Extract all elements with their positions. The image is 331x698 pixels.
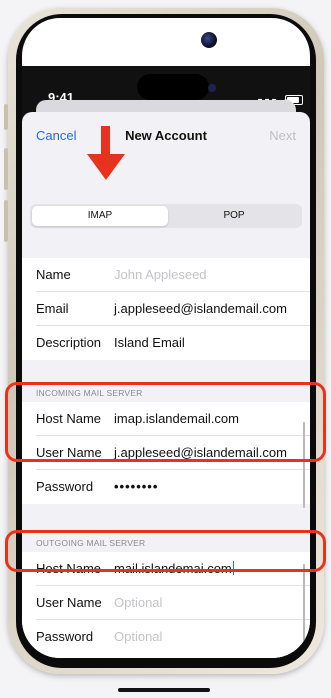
volume-down-button: [4, 200, 8, 242]
incoming-highlight-box: [5, 382, 326, 462]
outgoing-password-field[interactable]: Optional: [114, 629, 162, 644]
incoming-password-field[interactable]: ••••••••: [114, 479, 158, 494]
down-arrow-icon: [87, 126, 125, 180]
protocol-segmented-control: IMAP POP: [30, 204, 302, 228]
dynamic-island: [137, 74, 209, 100]
description-label: Description: [36, 335, 102, 350]
segment-pop[interactable]: POP: [168, 206, 300, 226]
account-info-group: Name John Appleseed Email j.appleseed@is…: [22, 258, 310, 360]
email-label: Email: [36, 301, 69, 316]
description-row[interactable]: Description Island Email: [22, 326, 310, 360]
segment-imap[interactable]: IMAP: [32, 206, 168, 226]
scrollbar-lower[interactable]: [303, 564, 305, 658]
outgoing-highlight-box: [5, 530, 326, 572]
next-button[interactable]: Next: [269, 128, 296, 143]
front-camera-icon: [208, 84, 216, 92]
outgoing-password-row[interactable]: Password Optional: [22, 620, 310, 654]
mute-switch: [4, 104, 8, 130]
incoming-password-row[interactable]: Password ••••••••: [22, 470, 310, 504]
name-label: Name: [36, 267, 71, 282]
email-field[interactable]: j.appleseed@islandemail.com: [114, 301, 287, 316]
outgoing-password-label: Password: [36, 629, 94, 644]
description-field[interactable]: Island Email: [114, 335, 185, 350]
outgoing-user-field[interactable]: Optional: [114, 595, 162, 610]
volume-up-button: [4, 148, 8, 190]
email-row[interactable]: Email j.appleseed@islandemail.com: [22, 292, 310, 326]
nav-bar: Cancel New Account Next: [22, 112, 310, 160]
page-title: New Account: [125, 128, 207, 143]
home-indicator[interactable]: [118, 688, 210, 692]
outgoing-user-row[interactable]: User Name Optional: [22, 586, 310, 620]
camera-icon: [201, 32, 217, 48]
name-field[interactable]: John Appleseed: [114, 267, 207, 282]
name-row[interactable]: Name John Appleseed: [22, 258, 310, 292]
outgoing-user-label: User Name: [36, 595, 102, 610]
incoming-password-label: Password: [36, 479, 94, 494]
